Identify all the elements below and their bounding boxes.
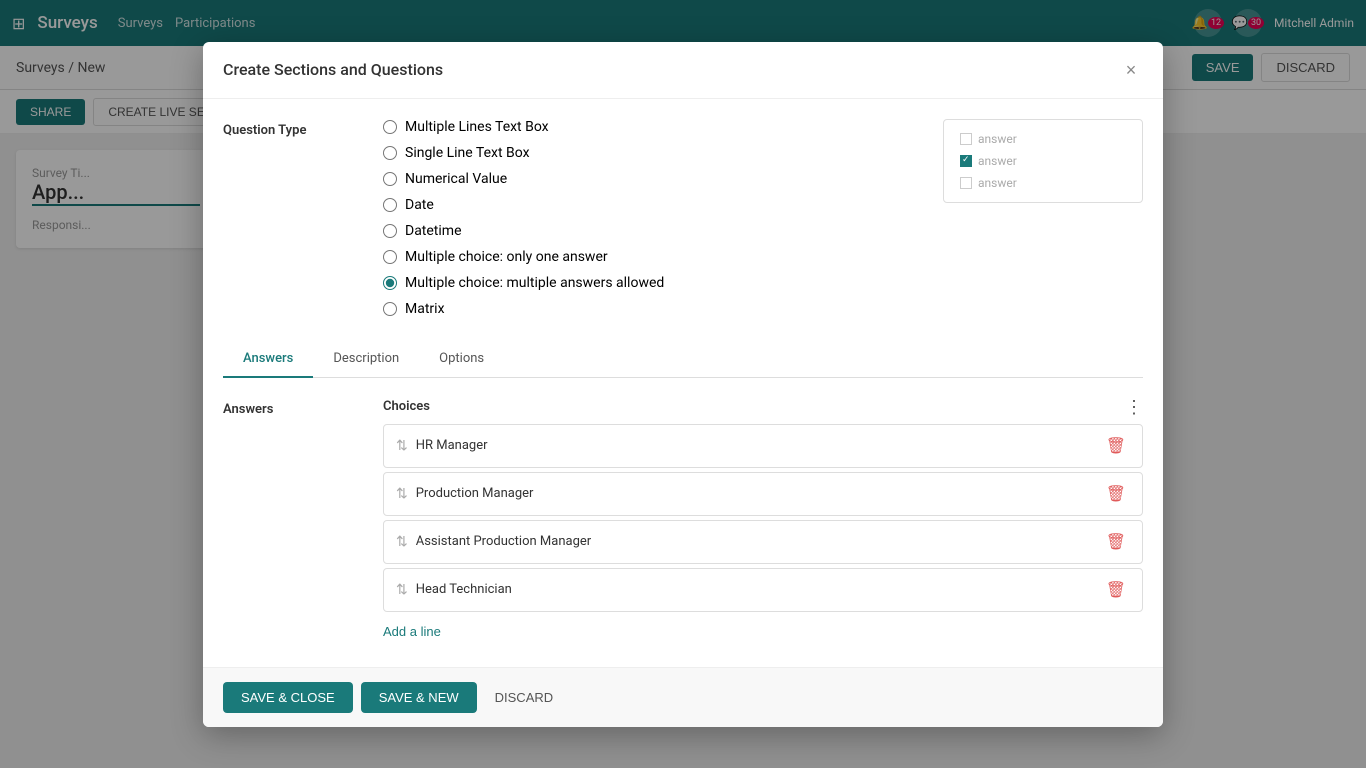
radio-choice-multi[interactable]: Multiple choice: multiple answers allowe…	[383, 275, 664, 291]
answers-label: Answers	[223, 398, 343, 647]
question-type-options: Multiple Lines Text Box Single Line Text…	[383, 119, 664, 317]
radio-choice-one-label: Multiple choice: only one answer	[405, 249, 608, 265]
answers-content: Choices ⋮ ⇅ HR Manager 🗑 ⇅ Production Ma…	[383, 398, 1143, 647]
choice-name-0: HR Manager	[416, 438, 1094, 453]
preview-cb-3	[960, 177, 972, 189]
radio-choice-one[interactable]: Multiple choice: only one answer	[383, 249, 664, 265]
radio-datetime[interactable]: Datetime	[383, 223, 664, 239]
radio-choice-multi-input[interactable]	[383, 276, 397, 290]
preview-label-3: answer	[978, 176, 1017, 190]
choice-row-0: ⇅ HR Manager 🗑	[383, 424, 1143, 468]
radio-numerical-label: Numerical Value	[405, 171, 507, 187]
preview-item-2: answer	[960, 154, 1126, 168]
preview-label-1: answer	[978, 132, 1017, 146]
drag-handle-1[interactable]: ⇅	[396, 486, 408, 502]
tabs: Answers Description Options	[223, 341, 1143, 378]
preview-label-2: answer	[978, 154, 1017, 168]
question-type-section: Question Type Multiple Lines Text Box Si…	[223, 119, 1143, 317]
preview-cb-1	[960, 133, 972, 145]
modal-footer: SAVE & CLOSE SAVE & NEW DISCARD	[203, 667, 1163, 727]
tab-options[interactable]: Options	[419, 341, 504, 378]
choice-row-3: ⇅ Head Technician 🗑	[383, 568, 1143, 612]
delete-choice-0[interactable]: 🗑	[1102, 434, 1130, 458]
choice-name-2: Assistant Production Manager	[416, 534, 1094, 549]
radio-numerical-input[interactable]	[383, 172, 397, 186]
choices-header: Choices ⋮	[383, 398, 1143, 416]
modal-body: Question Type Multiple Lines Text Box Si…	[203, 99, 1163, 667]
choice-name-1: Production Manager	[416, 486, 1094, 501]
radio-matrix-input[interactable]	[383, 302, 397, 316]
tab-answers[interactable]: Answers	[223, 341, 313, 378]
radio-multi-line-label: Multiple Lines Text Box	[405, 119, 549, 135]
radio-single-line[interactable]: Single Line Text Box	[383, 145, 664, 161]
radio-date[interactable]: Date	[383, 197, 664, 213]
radio-choice-multi-label: Multiple choice: multiple answers allowe…	[405, 275, 664, 291]
choice-name-3: Head Technician	[416, 582, 1094, 597]
modal-header: Create Sections and Questions ×	[203, 42, 1163, 99]
radio-single-line-input[interactable]	[383, 146, 397, 160]
radio-datetime-label: Datetime	[405, 223, 462, 239]
radio-multi-line[interactable]: Multiple Lines Text Box	[383, 119, 664, 135]
save-close-button[interactable]: SAVE & CLOSE	[223, 682, 353, 713]
drag-handle-3[interactable]: ⇅	[396, 582, 408, 598]
modal-close-button[interactable]: ×	[1119, 58, 1143, 82]
preview-cb-2	[960, 155, 972, 167]
preview-item-1: answer	[960, 132, 1126, 146]
question-preview: answer answer answer	[943, 119, 1143, 317]
modal-title: Create Sections and Questions	[223, 60, 443, 79]
radio-datetime-input[interactable]	[383, 224, 397, 238]
modal-overlay: Create Sections and Questions × Question…	[0, 0, 1366, 768]
radio-numerical[interactable]: Numerical Value	[383, 171, 664, 187]
radio-date-label: Date	[405, 197, 434, 213]
add-line-button[interactable]: Add a line	[383, 616, 441, 647]
preview-item-3: answer	[960, 176, 1126, 190]
modal-dialog: Create Sections and Questions × Question…	[203, 42, 1163, 727]
radio-choice-one-input[interactable]	[383, 250, 397, 264]
radio-multi-line-input[interactable]	[383, 120, 397, 134]
modal-discard-button[interactable]: DISCARD	[485, 682, 564, 713]
choices-menu-button[interactable]: ⋮	[1125, 398, 1143, 416]
choice-row-1: ⇅ Production Manager 🗑	[383, 472, 1143, 516]
save-new-button[interactable]: SAVE & NEW	[361, 682, 477, 713]
radio-date-input[interactable]	[383, 198, 397, 212]
question-type-label: Question Type	[223, 119, 343, 317]
delete-choice-1[interactable]: 🗑	[1102, 482, 1130, 506]
delete-choice-2[interactable]: 🗑	[1102, 530, 1130, 554]
radio-single-line-label: Single Line Text Box	[405, 145, 530, 161]
delete-choice-3[interactable]: 🗑	[1102, 578, 1130, 602]
radio-matrix-label: Matrix	[405, 301, 445, 317]
tab-description[interactable]: Description	[313, 341, 419, 378]
radio-matrix[interactable]: Matrix	[383, 301, 664, 317]
choice-row-2: ⇅ Assistant Production Manager 🗑	[383, 520, 1143, 564]
choices-label: Choices	[383, 399, 430, 414]
drag-handle-2[interactable]: ⇅	[396, 534, 408, 550]
answers-section: Answers Choices ⋮ ⇅ HR Manager 🗑 ⇅ Produ…	[223, 398, 1143, 647]
drag-handle-0[interactable]: ⇅	[396, 438, 408, 454]
